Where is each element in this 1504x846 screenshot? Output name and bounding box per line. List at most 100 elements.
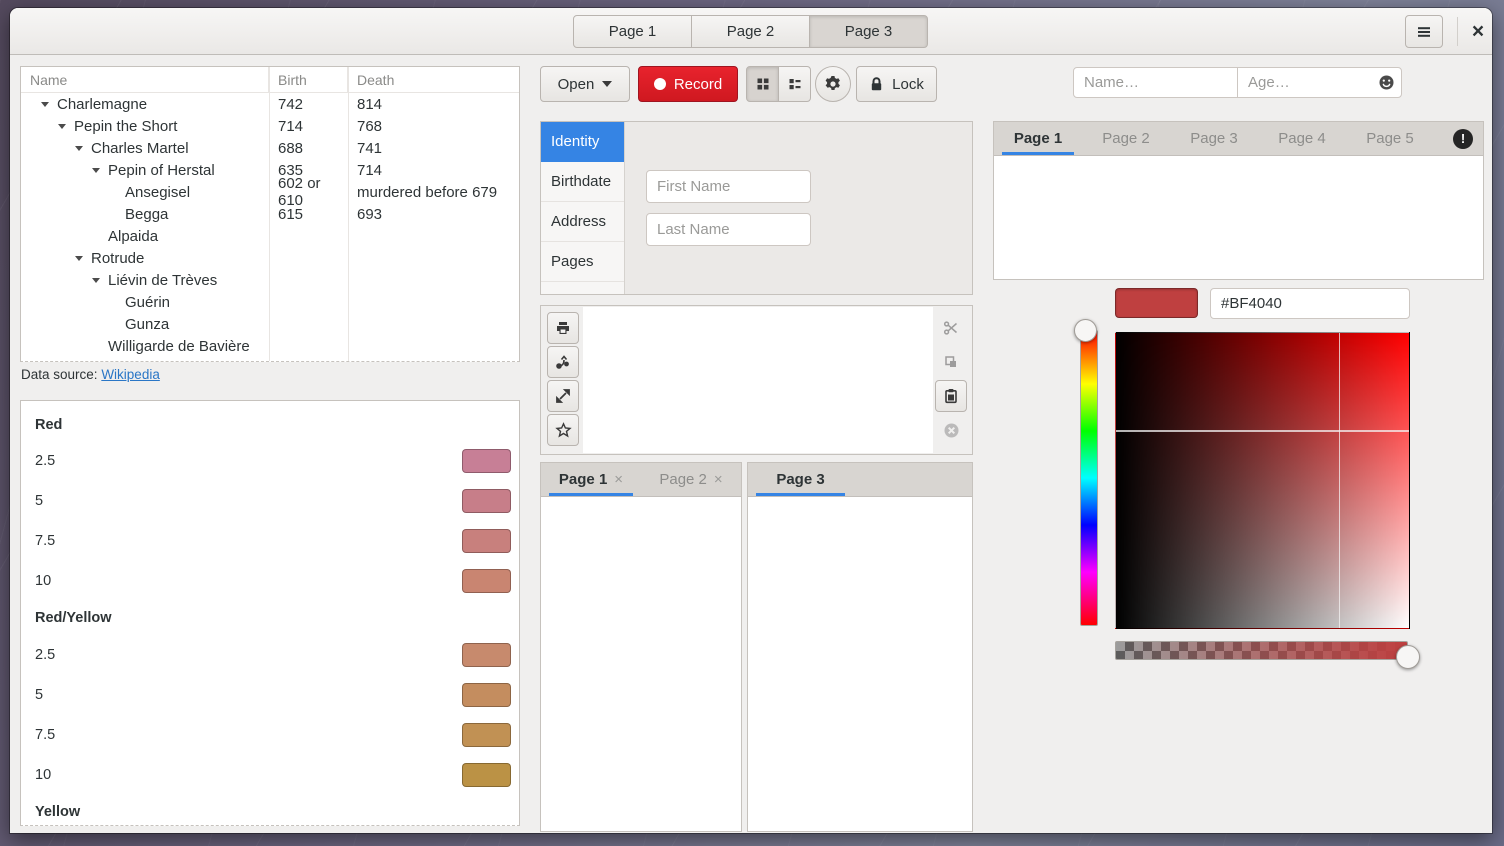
person-entry-group	[1073, 67, 1402, 98]
tab-right-page5[interactable]: Page 5	[1346, 122, 1434, 155]
column-header-death[interactable]: Death	[348, 67, 519, 92]
tree-row[interactable]: Begga615693	[21, 203, 519, 225]
tree-row[interactable]: Alpaida	[21, 225, 519, 247]
list-item[interactable]: 7.5	[21, 521, 519, 561]
tree-row[interactable]: Gunza	[21, 313, 519, 335]
tab-close-icon[interactable]: ×	[614, 471, 623, 488]
paste-button[interactable]	[935, 380, 967, 412]
list-item[interactable]: 2.5	[21, 635, 519, 675]
list-item[interactable]: 10	[21, 561, 519, 601]
send-to-button[interactable]	[547, 346, 579, 378]
column-header-birth[interactable]: Birth	[269, 67, 348, 92]
notebook-left: Page 1 × Page 2 ×	[540, 462, 742, 832]
sidebar-item-address[interactable]: Address	[541, 202, 624, 242]
printer-icon	[555, 320, 571, 336]
hamburger-menu-button[interactable]	[1405, 15, 1443, 48]
column-header-name[interactable]: Name	[21, 67, 269, 92]
right-notebook: Page 1 Page 2 Page 3 Page 4 Page 5 !	[993, 121, 1484, 280]
list-item[interactable]: 5	[21, 675, 519, 715]
grid-view-toggle[interactable]	[746, 66, 779, 102]
last-name-field[interactable]	[646, 213, 811, 246]
tab-right-page1[interactable]: Page 1	[994, 122, 1082, 155]
tree-row[interactable]: Guérin	[21, 291, 519, 313]
alpha-slider-handle[interactable]	[1396, 645, 1420, 669]
settings-button[interactable]	[815, 66, 851, 102]
tree-row[interactable]: Pepin the Short714768	[21, 115, 519, 137]
identity-panel: Identity Birthdate Address Pages	[540, 121, 973, 295]
close-window-button[interactable]: ×	[1461, 15, 1495, 48]
tree-row[interactable]: Charles Martel688741	[21, 137, 519, 159]
first-name-field[interactable]	[646, 170, 811, 203]
sidebar-item-birthdate[interactable]: Birthdate	[541, 162, 624, 202]
cut-button[interactable]	[935, 312, 967, 344]
saturation-value-plane[interactable]	[1115, 332, 1410, 629]
tree-row[interactable]: Liévin de Trèves	[21, 269, 519, 291]
tree-row[interactable]: Pepin of Herstal635714	[21, 159, 519, 181]
expander-icon[interactable]	[58, 124, 74, 129]
hex-color-input[interactable]	[1210, 288, 1410, 319]
notebook-right: Page 3	[747, 462, 973, 832]
header-page2-button[interactable]: Page 2	[691, 15, 810, 48]
list-item[interactable]: 10	[21, 755, 519, 795]
tree-row[interactable]: Willigarde de Bavière	[21, 335, 519, 357]
tab-right-page4[interactable]: Page 4	[1258, 122, 1346, 155]
warning-icon[interactable]: !	[1453, 129, 1473, 149]
sv-crosshair-horizontal	[1116, 430, 1409, 432]
copy-button[interactable]	[935, 346, 967, 378]
sidebar-item-pages[interactable]: Pages	[541, 242, 624, 282]
list-item[interactable]: 5	[21, 481, 519, 521]
expander-icon[interactable]	[92, 278, 108, 283]
tree-header: Name Birth Death	[21, 67, 519, 93]
chevron-down-icon	[602, 81, 612, 87]
list-view-toggle[interactable]	[778, 66, 811, 102]
color-swatch	[462, 723, 511, 747]
color-scale-list[interactable]: Red 2.5 5 7.5 10 Red/Yellow 2.5 5 7.5 10…	[20, 400, 520, 826]
family-tree-table[interactable]: Name Birth Death Charlemagne742814 Pepin…	[20, 66, 520, 362]
hue-slider[interactable]	[1080, 330, 1098, 626]
name-input[interactable]	[1073, 67, 1238, 98]
scissors-icon	[943, 320, 959, 336]
wikipedia-link[interactable]: Wikipedia	[101, 367, 160, 382]
list-item[interactable]: 2.5	[21, 441, 519, 481]
color-swatch	[462, 683, 511, 707]
tab-right-page3[interactable]: Page 3	[1170, 122, 1258, 155]
canvas-panel	[540, 305, 973, 455]
lock-button[interactable]: Lock	[856, 66, 937, 102]
copy-icon	[943, 354, 959, 370]
star-icon	[555, 422, 572, 439]
canvas-area[interactable]	[583, 307, 933, 453]
tab-page1[interactable]: Page 1 ×	[541, 463, 641, 496]
expander-icon[interactable]	[41, 102, 57, 107]
desktop: { "titlebar": { "pages": [ { "label": "P…	[0, 0, 1504, 846]
expander-icon[interactable]	[92, 168, 108, 173]
tab-right-page2[interactable]: Page 2	[1082, 122, 1170, 155]
close-icon: ×	[1472, 20, 1484, 44]
sidebar-item-identity[interactable]: Identity	[541, 122, 624, 162]
open-button[interactable]: Open	[540, 66, 630, 102]
color-swatch	[462, 489, 511, 513]
tab-page3[interactable]: Page 3	[748, 463, 853, 496]
tree-row[interactable]: Rotrude	[21, 247, 519, 269]
header-page-switcher: Page 1 Page 2 Page 3	[573, 15, 928, 48]
expander-icon[interactable]	[75, 256, 91, 261]
hue-slider-handle[interactable]	[1074, 319, 1097, 342]
expander-icon[interactable]	[75, 146, 91, 151]
current-color-swatch[interactable]	[1115, 288, 1198, 318]
tab-page2[interactable]: Page 2 ×	[641, 463, 741, 496]
view-toggle-group	[746, 66, 811, 102]
delete-button[interactable]	[935, 414, 967, 446]
tree-row[interactable]: Charlemagne742814	[21, 93, 519, 115]
app-window: Page 1 Page 2 Page 3 × Name Birth Death …	[10, 8, 1492, 833]
list-item[interactable]: 7.5	[21, 715, 519, 755]
header-page3-button[interactable]: Page 3	[809, 15, 928, 48]
emoji-icon[interactable]	[1378, 74, 1395, 91]
alpha-slider[interactable]	[1115, 641, 1408, 660]
print-button[interactable]	[547, 312, 579, 344]
favorite-button[interactable]	[547, 414, 579, 446]
fullscreen-button[interactable]	[547, 380, 579, 412]
tree-row[interactable]: Ansegisel602 or 610murdered before 679	[21, 181, 519, 203]
tab-close-icon[interactable]: ×	[714, 471, 723, 488]
record-button[interactable]: Record	[638, 66, 738, 102]
record-dot-icon	[654, 78, 666, 90]
header-page1-button[interactable]: Page 1	[573, 15, 692, 48]
